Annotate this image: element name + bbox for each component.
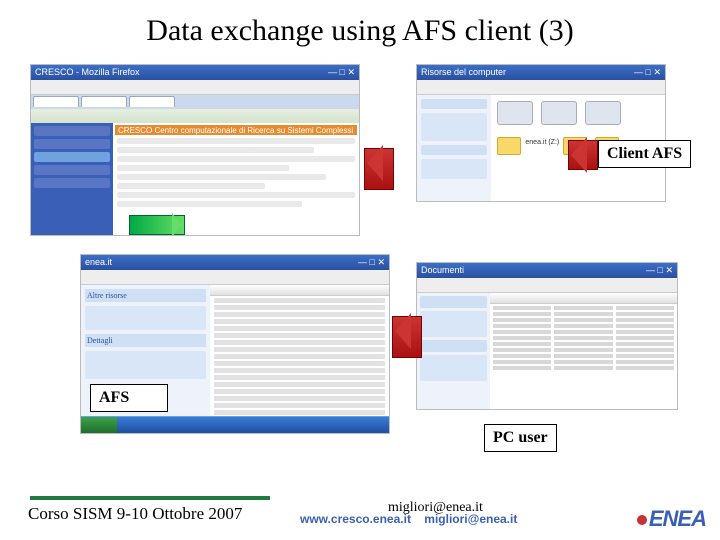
label-pc-user: PC user (484, 424, 557, 452)
browser-titlebar: CRESCO - Mozilla Firefox— □ ✕ (31, 65, 359, 80)
drive-icon (497, 101, 533, 125)
afsexp-toolbar (81, 270, 389, 285)
start-button (81, 417, 117, 433)
afsexp-panel-title: Altre risorse (85, 289, 206, 302)
docs-toolbar (417, 278, 677, 293)
slide-title: Data exchange using AFS client (3) (0, 14, 720, 48)
drive-icon (541, 101, 577, 125)
docs-sidebar (417, 293, 491, 409)
docs-title-text: Documenti (421, 265, 464, 276)
afsexp-list (210, 285, 389, 417)
label-client-afs: Client AFS (598, 140, 691, 168)
footer-green-bar (30, 496, 270, 500)
drive-icon (585, 101, 621, 125)
screenshot-documents: Documenti— □ ✕ (416, 262, 678, 410)
mycomp-title-text: Risorse del computer (421, 67, 506, 78)
browser-headline: CRESCO Centro computazionale di Ricerca … (115, 125, 357, 135)
red-arrow-client-afs (568, 140, 598, 170)
browser-tabbar (31, 95, 359, 109)
logo-enea: ENEA (637, 506, 706, 532)
afsexp-titlebar: enea.it— □ ✕ (81, 255, 389, 270)
label-afs: AFS (90, 384, 168, 412)
footer-email-overlay: migliori@enea.it (388, 500, 483, 516)
afsexp-title-text: enea.it (85, 257, 112, 268)
browser-sidebar (31, 123, 113, 235)
docs-titlebar: Documenti— □ ✕ (417, 263, 677, 278)
green-arrow-browser (129, 215, 185, 235)
logo-accent-icon (637, 515, 647, 525)
folder-icon (497, 137, 521, 155)
mycomp-sidebar (417, 95, 492, 201)
mycomp-toolbar (417, 80, 665, 95)
footer-left: Corso SISM 9-10 Ottobre 2007 (28, 504, 242, 524)
mycomp-titlebar: Risorse del computer— □ ✕ (417, 65, 665, 80)
red-arrow-docs (392, 316, 422, 358)
afsexp-panel2-title: Dettagli (85, 334, 206, 347)
browser-toolbar (31, 80, 359, 95)
afsexp-taskbar (81, 416, 389, 433)
screenshot-browser: CRESCO - Mozilla Firefox— □ ✕ CRESCO Cen… (30, 64, 360, 236)
screenshot-my-computer: Risorse del computer— □ ✕ enea.it (Z:) (416, 64, 666, 202)
browser-title-text: CRESCO - Mozilla Firefox (35, 67, 140, 78)
red-arrow-browser-right (364, 148, 394, 190)
docs-list (490, 293, 677, 409)
